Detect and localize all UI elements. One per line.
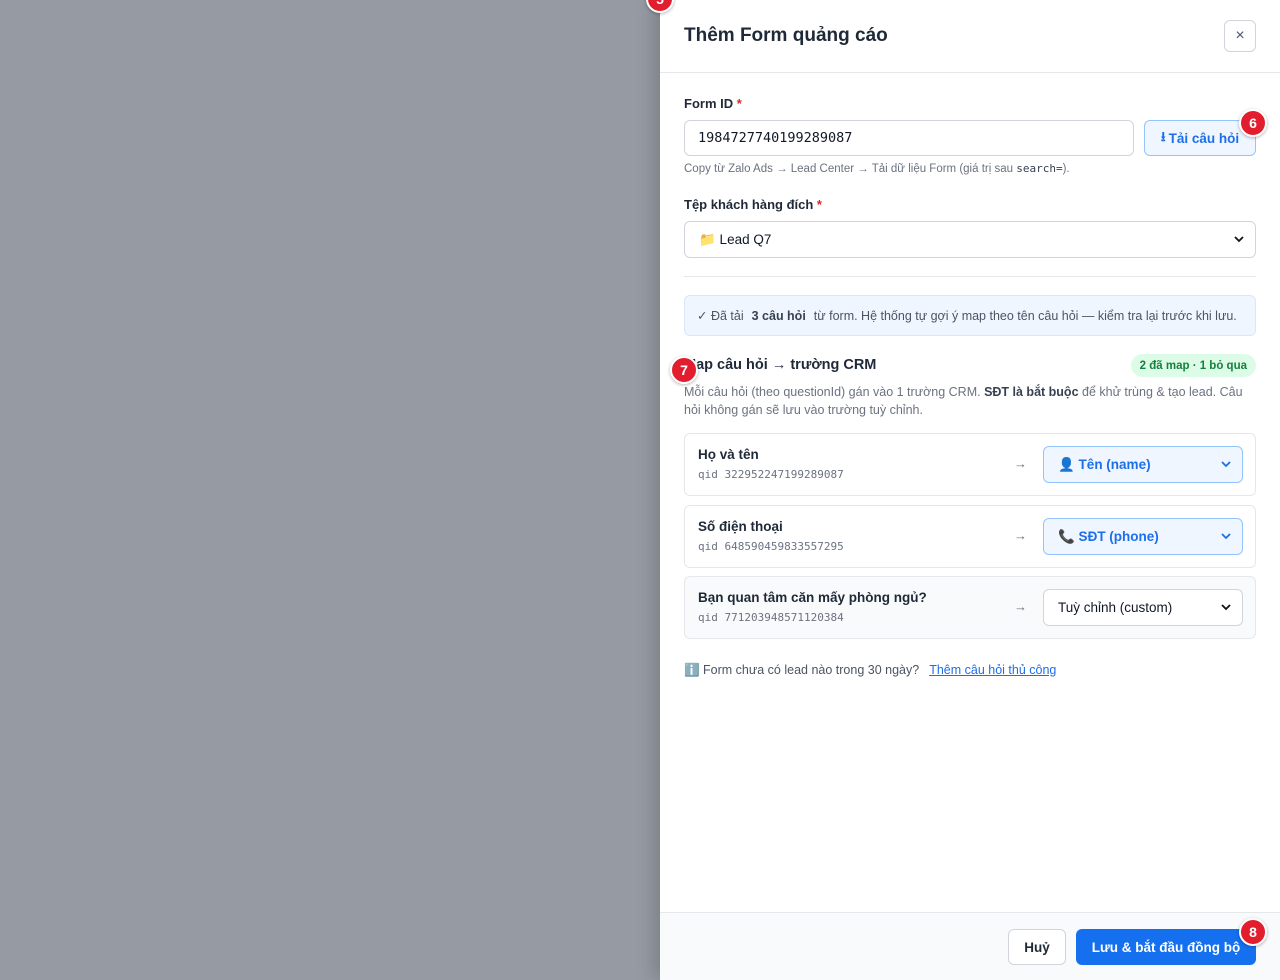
target-audience-label: Tệp khách hàng đích * [684, 197, 822, 212]
step-marker-8: 8 [1239, 918, 1267, 946]
form-id-hint: Copy từ Zalo Ads → Lead Center → Tải dữ … [684, 162, 1070, 175]
load-status-info: ✓ Đã tải 3 câu hỏi từ form. Hệ thống tự … [684, 295, 1256, 336]
chevron-down-icon [1221, 604, 1231, 611]
modal-overlay[interactable] [0, 0, 660, 980]
step-marker-7: 7 [670, 356, 698, 384]
target-audience-select[interactable]: 📁 Lead Q7 [684, 221, 1256, 258]
question-text: Số điện thoại [698, 519, 783, 534]
question-row: Họ và tên qid 322952247199289087 → 👤 Tên… [684, 433, 1256, 496]
drawer-footer: Huỷ Lưu & bắt đầu đồng bộ [660, 912, 1280, 980]
add-manual-question-link[interactable]: Thêm câu hỏi thủ công [929, 663, 1056, 678]
add-ad-form-drawer: Thêm Form quảng cáo × Form ID * 19847277… [660, 0, 1280, 980]
arrow-right-icon: → [1014, 528, 1027, 543]
mapping-status-badge: 2 đã map · 1 bỏ qua [1130, 354, 1256, 377]
save-and-sync-button[interactable]: Lưu & bắt đầu đồng bộ [1076, 929, 1256, 965]
crm-field-select[interactable]: 👤 Tên (name) [1043, 446, 1243, 483]
question-id: qid 322952247199289087 [698, 468, 844, 481]
chevron-down-icon [1221, 461, 1231, 468]
required-mark: * [816, 197, 822, 212]
required-mark: * [736, 96, 742, 111]
arrow-right-icon: → [1014, 599, 1027, 614]
crm-field-select[interactable]: Tuỳ chỉnh (custom) [1043, 589, 1243, 626]
question-id: qid 648590459833557295 [698, 540, 844, 553]
manual-question-hint: ℹ️ Form chưa có lead nào trong 30 ngày? … [684, 663, 1057, 678]
drawer-title: Thêm Form quảng cáo [684, 25, 888, 46]
form-id-label: Form ID * [684, 96, 742, 111]
question-text: Bạn quan tâm căn mấy phòng ngủ? [698, 590, 927, 605]
mapping-description: Mỗi câu hỏi (theo questionId) gán vào 1 … [684, 385, 1243, 417]
question-row: Bạn quan tâm căn mấy phòng ngủ? qid 7712… [684, 576, 1256, 639]
question-id: qid 771203948571120384 [698, 611, 844, 624]
form-id-input[interactable]: 1984727740199289087 [684, 120, 1134, 156]
divider [684, 276, 1256, 277]
chevron-down-icon [1234, 236, 1244, 243]
question-row: Số điện thoại qid 648590459833557295 → 📞… [684, 505, 1256, 568]
download-icon: ⭳ [1160, 128, 1166, 144]
mapping-title: Map câu hỏi → trường CRM [684, 357, 877, 373]
step-marker-6: 6 [1239, 109, 1267, 137]
cancel-button[interactable]: Huỷ [1008, 929, 1066, 965]
chevron-down-icon [1221, 533, 1231, 540]
drawer-header: Thêm Form quảng cáo × [660, 0, 1280, 73]
crm-field-select[interactable]: 📞 SĐT (phone) [1043, 518, 1243, 555]
close-button[interactable]: × [1224, 20, 1256, 52]
arrow-right-icon: → [1014, 456, 1027, 471]
question-text: Họ và tên [698, 447, 759, 462]
close-icon: × [1235, 27, 1245, 44]
